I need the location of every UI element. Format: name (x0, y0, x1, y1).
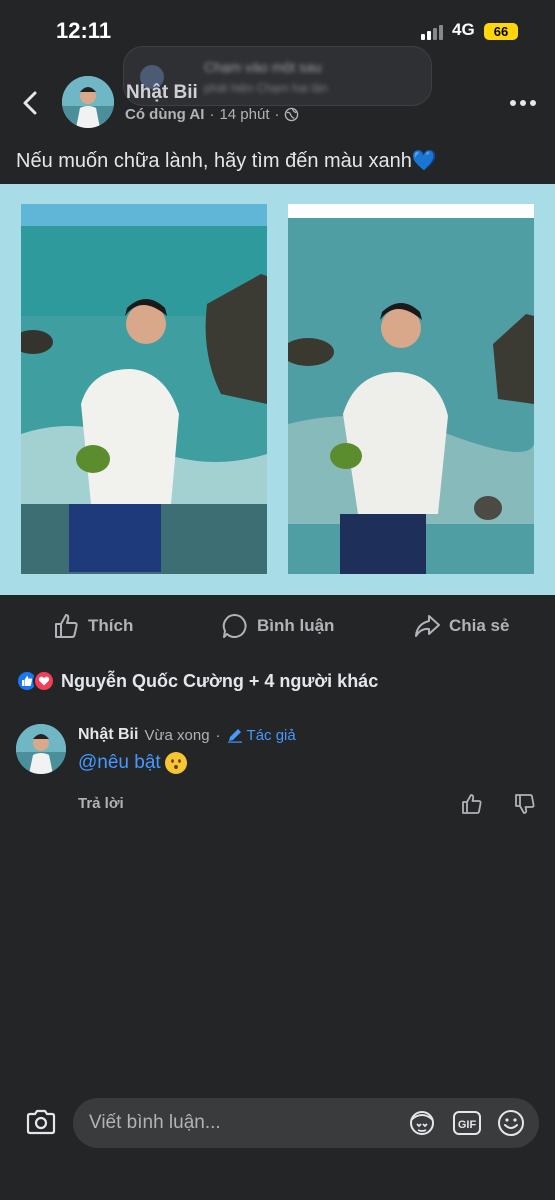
like-button[interactable]: Thích (52, 612, 133, 640)
like-icon (55, 614, 78, 638)
comment-mention[interactable]: @nêu bật (78, 752, 161, 774)
post-caption: Nếu muốn chữa lành, hãy tìm đến màu xanh… (16, 148, 437, 173)
share-button[interactable]: Chia sẻ (413, 612, 509, 640)
author-badge-label: Tác giả (246, 726, 296, 744)
thumbs-down-icon[interactable] (513, 792, 537, 816)
meta-separator-2: · (274, 106, 280, 123)
share-label: Chia sẻ (449, 616, 510, 635)
comment-icon (222, 613, 247, 638)
back-icon[interactable] (16, 88, 46, 118)
post-header: Nhật Bii Có dùng AI · 14 phút · (0, 70, 555, 136)
reaction-names: Nguyễn Quốc Cường + 4 người khác (61, 670, 379, 691)
avatar-sticker-icon[interactable] (407, 1108, 437, 1138)
kissing-face-emoji (164, 752, 187, 774)
blue-heart-emoji: 💙 (411, 150, 437, 172)
reaction-summary[interactable]: Nguyễn Quốc Cường + 4 người khác (16, 670, 378, 692)
reply-button[interactable]: Trả lời (78, 795, 124, 812)
network-label: 4G (452, 20, 475, 39)
caption-text: Nếu muốn chữa lành, hãy tìm đến màu xanh (16, 150, 412, 172)
comment-composer: GIF (0, 1096, 555, 1150)
commenter-name[interactable]: Nhật Bii (78, 726, 138, 744)
comment-label: Bình luận (257, 616, 335, 635)
globe-icon (285, 107, 299, 122)
comment-time: Vừa xong (144, 726, 210, 744)
status-time: 12:11 (56, 18, 112, 43)
comment-separator: · (215, 726, 221, 744)
meta-separator: · (209, 106, 215, 123)
poster-avatar[interactable] (62, 76, 114, 128)
comment-text: @nêu bật (78, 752, 187, 774)
photo-1[interactable] (21, 204, 267, 574)
photo-2[interactable] (288, 204, 534, 574)
action-bar: Thích Bình luận Chia sẻ (0, 606, 555, 648)
post-time[interactable]: 14 phút (219, 106, 269, 123)
gif-icon[interactable]: GIF (452, 1108, 482, 1138)
post-meta: Có dùng AI · 14 phút · (125, 106, 299, 123)
like-label: Thích (88, 616, 134, 635)
more-icon[interactable] (510, 100, 538, 108)
love-reaction-icon (33, 670, 55, 692)
svg-text:GIF: GIF (458, 1119, 477, 1131)
commenter-avatar[interactable] (16, 724, 66, 774)
emoji-icon[interactable] (496, 1108, 526, 1138)
signal-icon (421, 24, 447, 40)
author-badge: Tác giả (227, 727, 296, 744)
comment-button[interactable]: Bình luận (221, 612, 334, 640)
share-icon (415, 615, 440, 637)
photo-grid (0, 184, 555, 595)
thumbs-up-icon[interactable] (460, 792, 484, 816)
battery-level: 66 (484, 23, 518, 40)
ai-label[interactable]: Có dùng AI (125, 106, 204, 123)
pencil-icon (227, 729, 242, 743)
comment-header: Nhật Bii Vừa xong · Tác giả (78, 726, 296, 744)
camera-icon[interactable] (25, 1108, 57, 1136)
poster-name[interactable]: Nhật Bii (126, 82, 198, 104)
